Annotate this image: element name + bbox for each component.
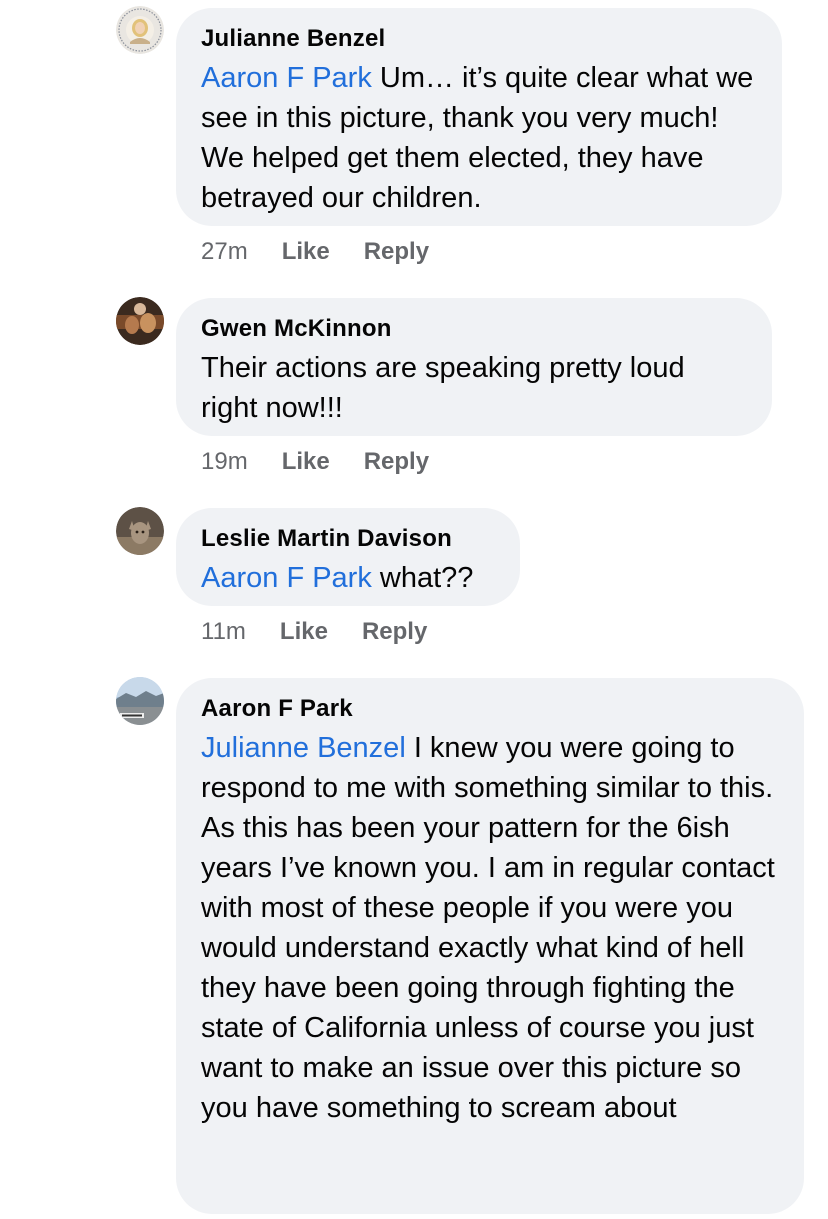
like-button[interactable]: Like [282,448,330,475]
mention-link[interactable]: Aaron F Park [201,62,372,94]
reply-button[interactable]: Reply [364,238,429,265]
comment-bubble: Julianne Benzel Aaron F Park Um… it’s qu… [176,8,782,226]
comment-bubble: Gwen McKinnon Their actions are speaking… [176,298,772,436]
like-button[interactable]: Like [282,238,330,265]
mention-link[interactable]: Julianne Benzel [201,732,406,764]
mention-link[interactable]: Aaron F Park [201,562,372,594]
comment-text: Aaron F Park Um… it’s quite clear what w… [201,58,758,218]
reply-button[interactable]: Reply [364,448,429,475]
comment-author[interactable]: Gwen McKinnon [201,314,748,344]
comment-author[interactable]: Leslie Martin Davison [201,524,496,554]
comment-body: what?? [371,562,474,594]
comment-text: Julianne Benzel I knew you were going to… [201,728,780,1128]
comment-timestamp[interactable]: 27m [201,238,248,265]
reply-button[interactable]: Reply [362,618,427,645]
comment-bubble: Aaron F Park Julianne Benzel I knew you … [176,678,804,1214]
comment-author[interactable]: Julianne Benzel [201,24,758,54]
comment-text: Their actions are speaking pretty loud r… [201,348,748,428]
comment-body: I knew you were going to respond to me w… [201,732,775,1124]
comment-bubble: Leslie Martin Davison Aaron F Park what?… [176,508,520,606]
avatar[interactable] [116,297,164,345]
avatar[interactable] [116,507,164,555]
comment-actions: 19m Like Reply [201,447,463,477]
comment-actions: 11m Like Reply [201,617,461,647]
like-button[interactable]: Like [280,618,328,645]
avatar[interactable] [116,6,164,54]
avatar[interactable] [116,677,164,725]
comment-timestamp[interactable]: 19m [201,448,248,475]
comment-author[interactable]: Aaron F Park [201,694,780,724]
comment-body: Their actions are speaking pretty loud r… [201,352,685,424]
comment-text: Aaron F Park what?? [201,558,496,598]
comment-timestamp[interactable]: 11m [201,618,246,645]
comment-actions: 27m Like Reply [201,237,463,267]
